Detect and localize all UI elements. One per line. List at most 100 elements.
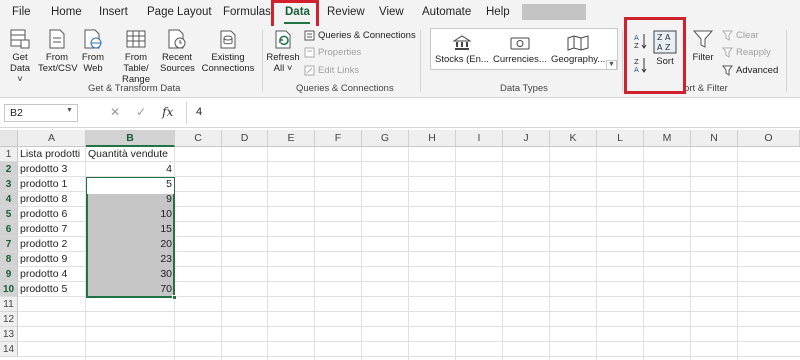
from-table-range-button[interactable]: From Table/ Range [112, 28, 160, 85]
column-header-o[interactable]: O [738, 130, 800, 147]
insert-function-icon[interactable]: fx [162, 105, 173, 119]
tab-insert[interactable]: Insert [99, 6, 128, 18]
cell-b1-header[interactable]: Quantità vendute [86, 147, 175, 162]
currencies-button[interactable]: Currencies... [493, 35, 547, 65]
cell-quantity[interactable]: 4 [86, 162, 175, 177]
grid-line [596, 147, 597, 360]
name-box-dropdown-icon[interactable]: ▼ [66, 107, 73, 114]
advanced-filter-button[interactable]: Advanced [722, 65, 778, 76]
row-header-6[interactable]: 6 [0, 222, 18, 237]
tab-page-layout[interactable]: Page Layout [147, 6, 212, 18]
column-header-i[interactable]: I [456, 130, 503, 147]
column-header-b[interactable]: B [86, 130, 175, 147]
tab-review[interactable]: Review [327, 6, 365, 18]
column-header-c[interactable]: C [175, 130, 222, 147]
column-header-n[interactable]: N [691, 130, 738, 147]
column-header-f[interactable]: F [315, 130, 362, 147]
edit-links-button[interactable]: Edit Links [304, 65, 359, 76]
row-header-5[interactable]: 5 [0, 207, 18, 222]
cell-quantity[interactable]: 5 [86, 177, 175, 192]
from-web-label-1: From [81, 52, 105, 63]
row-header-3[interactable]: 3 [0, 177, 18, 192]
cancel-icon[interactable]: ✕ [110, 105, 120, 119]
cell-a1-header[interactable]: Lista prodotti [18, 147, 86, 162]
column-header-g[interactable]: G [362, 130, 409, 147]
cell-quantity[interactable]: 23 [86, 252, 175, 267]
row-header-14[interactable]: 14 [0, 342, 18, 357]
properties-button[interactable]: Properties [304, 47, 361, 58]
recent-sources-button[interactable]: Recent Sources [160, 28, 195, 74]
tab-view[interactable]: View [379, 6, 404, 18]
geography-button[interactable]: Geography... [551, 35, 605, 65]
row-header-13[interactable]: 13 [0, 327, 18, 342]
column-header-k[interactable]: K [550, 130, 597, 147]
filter-label: Filter [692, 52, 714, 63]
row-header-7[interactable]: 7 [0, 237, 18, 252]
column-header-e[interactable]: E [268, 130, 315, 147]
column-header-d[interactable]: D [222, 130, 268, 147]
cell-product[interactable]: prodotto 3 [18, 162, 86, 177]
formula-value[interactable]: 4 [196, 106, 202, 118]
column-header-l[interactable]: L [597, 130, 644, 147]
refresh-all-button[interactable]: Refresh All ˅ [266, 28, 300, 74]
grid-line [314, 147, 315, 360]
row-header-8[interactable]: 8 [0, 252, 18, 267]
from-web-button[interactable]: From Web [80, 28, 106, 74]
row-header-2[interactable]: 2 [0, 162, 18, 177]
gallery-more-button[interactable]: ▼ [606, 60, 617, 70]
row-header-9[interactable]: 9 [0, 267, 18, 282]
grid-line [690, 147, 691, 360]
row-header-4[interactable]: 4 [0, 192, 18, 207]
worksheet-grid[interactable]: ABCDEFGHIJKLMNO 1 2 3 4 5 6 7 8 9 10 11 12 13 14 List… [0, 130, 800, 360]
cell-quantity[interactable]: 20 [86, 237, 175, 252]
sort-highlight-box [624, 17, 686, 94]
existing-connections-button[interactable]: Existing Connections [200, 28, 256, 74]
tab-home[interactable]: Home [51, 6, 82, 18]
connections-icon [220, 30, 236, 49]
row-header-11[interactable]: 11 [0, 297, 18, 312]
row-header-10[interactable]: 10 [0, 282, 18, 297]
cell-product[interactable]: prodotto 8 [18, 192, 86, 207]
tab-formulas[interactable]: Formulas [223, 6, 271, 18]
cell-quantity[interactable]: 70 [86, 282, 175, 297]
column-header-j[interactable]: J [503, 130, 550, 147]
grid-line [408, 147, 409, 360]
from-text-csv-button[interactable]: From Text/CSV [38, 28, 78, 74]
filter-button[interactable]: Filter [690, 28, 716, 63]
cell-product[interactable]: prodotto 1 [18, 177, 86, 192]
queries-connections-button[interactable]: Queries & Connections [304, 30, 416, 41]
get-data-button[interactable]: Get Data ˅ [6, 28, 34, 85]
cell-product[interactable]: prodotto 4 [18, 267, 86, 282]
cell-quantity[interactable]: 15 [86, 222, 175, 237]
reapply-button[interactable]: Reapply [722, 47, 771, 58]
cell-product[interactable]: prodotto 9 [18, 252, 86, 267]
column-header-m[interactable]: M [644, 130, 691, 147]
group-separator [420, 30, 421, 92]
grid-line [361, 147, 362, 360]
stocks-button[interactable]: Stocks (En... [435, 35, 489, 65]
tab-automate[interactable]: Automate [422, 6, 471, 18]
tab-file[interactable]: File [12, 6, 31, 18]
row-header-12[interactable]: 12 [0, 312, 18, 327]
tab-help[interactable]: Help [486, 6, 510, 18]
cell-product[interactable]: prodotto 5 [18, 282, 86, 297]
existing-connections-label-2: Connections [201, 63, 255, 74]
enter-icon[interactable]: ✓ [136, 105, 146, 119]
fill-handle[interactable] [172, 295, 177, 300]
column-header-h[interactable]: H [409, 130, 456, 147]
search-box[interactable] [522, 4, 586, 20]
cell-product[interactable]: prodotto 7 [18, 222, 86, 237]
row-header-1[interactable]: 1 [0, 147, 18, 162]
cell-quantity[interactable]: 9 [86, 192, 175, 207]
select-all-corner[interactable] [0, 130, 18, 147]
column-header-a[interactable]: A [18, 130, 86, 147]
recent-sources-label-1: Recent [161, 52, 193, 63]
cell-product[interactable]: prodotto 6 [18, 207, 86, 222]
edit-links-icon [304, 65, 315, 76]
cell-quantity[interactable]: 10 [86, 207, 175, 222]
properties-icon [304, 47, 315, 58]
cell-product[interactable]: prodotto 2 [18, 237, 86, 252]
reapply-label: Reapply [736, 47, 771, 58]
clear-filter-button[interactable]: Clear [722, 30, 759, 41]
cell-quantity[interactable]: 30 [86, 267, 175, 282]
